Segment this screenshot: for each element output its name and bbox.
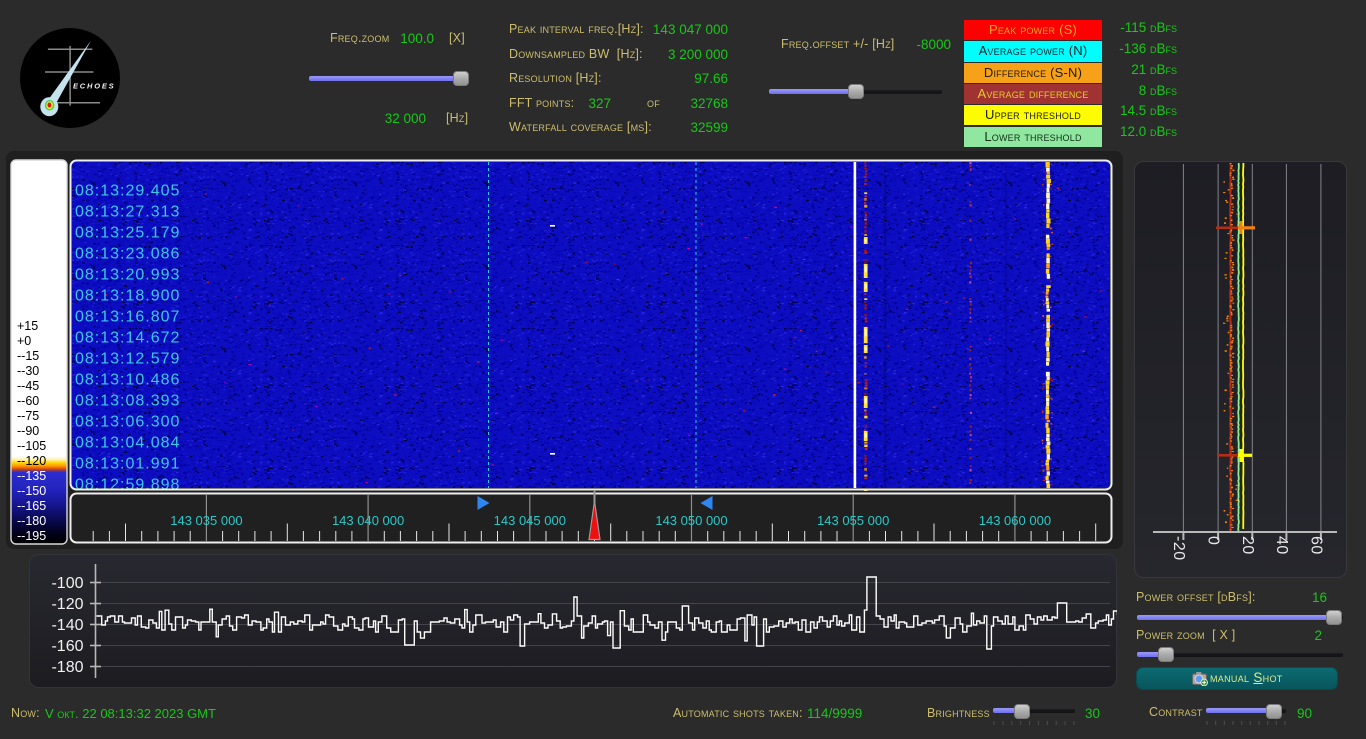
svg-text:08:13:10.486: 08:13:10.486 (75, 372, 180, 389)
svg-text:143 035 000: 143 035 000 (170, 513, 242, 528)
svg-text:--105: --105 (17, 439, 46, 453)
svg-text:143 040 000: 143 040 000 (332, 513, 404, 528)
svg-text:20: 20 (1239, 536, 1256, 555)
svg-text:143 045 000: 143 045 000 (494, 513, 566, 528)
svg-text:08:13:04.084: 08:13:04.084 (75, 435, 180, 452)
svg-text:--75: --75 (17, 409, 39, 423)
svg-text:+15: +15 (17, 319, 38, 333)
svg-text:-160: -160 (51, 638, 83, 655)
svg-text:+0: +0 (17, 334, 31, 348)
svg-text:143 060 000: 143 060 000 (979, 513, 1051, 528)
svg-text:08:13:16.807: 08:13:16.807 (75, 309, 180, 326)
svg-text:08:13:06.300: 08:13:06.300 (75, 414, 180, 431)
svg-text:--30: --30 (17, 364, 39, 378)
svg-text:--150: --150 (17, 484, 46, 498)
svg-text:--60: --60 (17, 394, 39, 408)
svg-text:08:13:08.393: 08:13:08.393 (75, 393, 180, 410)
svg-text:08:13:12.579: 08:13:12.579 (75, 351, 180, 368)
svg-text:08:13:29.405: 08:13:29.405 (75, 183, 180, 200)
svg-text:08:13:01.991: 08:13:01.991 (75, 456, 180, 473)
svg-text:0: 0 (1205, 536, 1222, 545)
svg-text:40: 40 (1273, 536, 1290, 555)
svg-text:143 050 000: 143 050 000 (655, 513, 727, 528)
svg-text:--135: --135 (17, 469, 46, 483)
svg-text:--15: --15 (17, 349, 39, 363)
svg-text:--45: --45 (17, 379, 39, 393)
svg-text:-20: -20 (1170, 536, 1187, 561)
svg-text:08:13:20.993: 08:13:20.993 (75, 267, 180, 284)
svg-text:--180: --180 (17, 514, 46, 528)
svg-text:--195: --195 (17, 529, 46, 543)
svg-text:08:13:23.086: 08:13:23.086 (75, 246, 180, 263)
svg-text:-100: -100 (51, 575, 83, 592)
svg-text:08:13:25.179: 08:13:25.179 (75, 225, 180, 242)
svg-text:--165: --165 (17, 499, 46, 513)
svg-text:-180: -180 (51, 659, 83, 676)
svg-text:08:13:27.313: 08:13:27.313 (75, 204, 180, 221)
svg-text:-140: -140 (51, 617, 83, 634)
svg-text:ECHOES: ECHOES (73, 82, 115, 91)
svg-text:--90: --90 (17, 424, 39, 438)
svg-text:--120: --120 (17, 454, 46, 468)
svg-text:08:13:18.900: 08:13:18.900 (75, 288, 180, 305)
svg-text:60: 60 (1307, 536, 1324, 555)
svg-text:143 055 000: 143 055 000 (817, 513, 889, 528)
svg-text:-120: -120 (51, 596, 83, 613)
svg-text:08:13:14.672: 08:13:14.672 (75, 330, 180, 347)
